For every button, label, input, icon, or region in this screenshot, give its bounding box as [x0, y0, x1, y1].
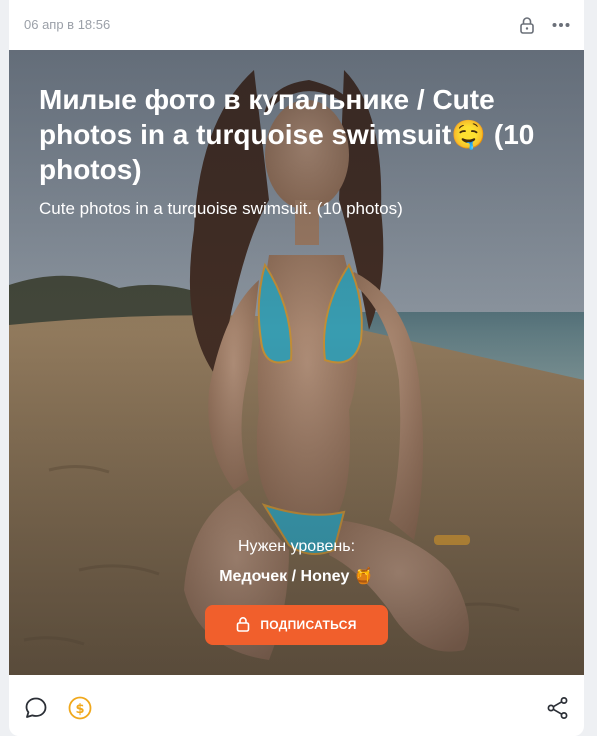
share-icon[interactable]	[545, 695, 571, 721]
lock-icon	[516, 14, 538, 36]
post-title: Милые фото в купальнике / Cute photos in…	[39, 84, 535, 185]
subscribe-button[interactable]: ПОДПИСАТЬСЯ	[205, 605, 388, 645]
lock-icon	[236, 616, 250, 635]
post-subtitle: Cute photos in a turquoise swimsuit. (10…	[39, 199, 403, 218]
post-header: 06 апр в 18:56	[9, 0, 584, 50]
svg-text:$: $	[75, 702, 84, 717]
comment-icon[interactable]	[23, 695, 49, 721]
post-card: 06 апр в 18:56 Милые фото в купальнике /…	[9, 0, 584, 736]
subscribe-label: ПОДПИСАТЬСЯ	[260, 618, 357, 632]
post-footer: $	[9, 675, 584, 736]
required-level-name: Медочек / Honey 🍯	[219, 568, 374, 585]
more-icon[interactable]	[550, 14, 572, 36]
donate-icon[interactable]: $	[67, 695, 93, 721]
post-date: 06 апр в 18:56	[24, 17, 111, 32]
required-level-label: Нужен уровень:	[237, 538, 356, 555]
post-preview: Милые фото в купальнике / Cute photos in…	[9, 50, 584, 675]
